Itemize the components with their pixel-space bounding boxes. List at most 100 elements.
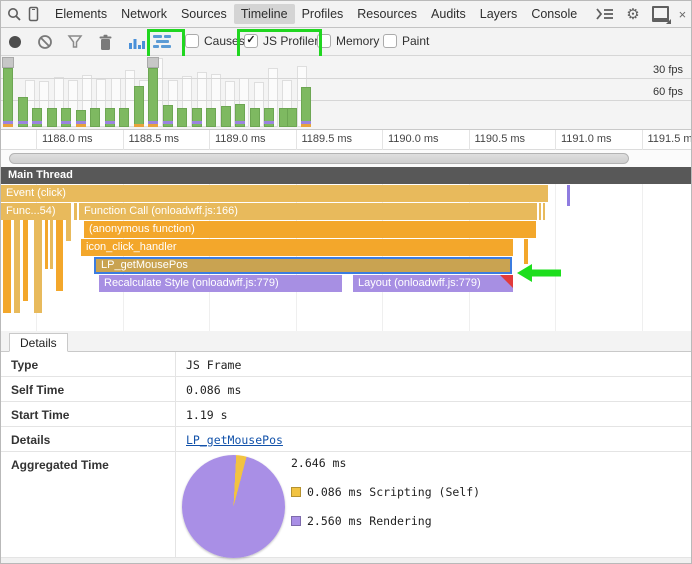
device-mode-icon[interactable] xyxy=(28,5,40,23)
checkbox-memory[interactable]: Memory xyxy=(317,34,379,48)
filter-icon[interactable] xyxy=(67,34,83,50)
checkbox-paint[interactable]: Paint xyxy=(383,34,429,48)
tab-resources[interactable]: Resources xyxy=(350,4,424,24)
flame-fragment[interactable] xyxy=(524,239,528,264)
flame-bar-function-call-onloadwff-js-166[interactable]: Function Call (onloadwff.js:166) xyxy=(79,203,537,220)
frame-bar xyxy=(61,56,71,127)
frame-bar xyxy=(264,56,274,127)
flame-bar-func-54[interactable]: Func...54) xyxy=(1,203,71,220)
detail-link[interactable]: LP_getMousePos xyxy=(186,433,283,447)
flame-bar-icon-click-handler[interactable]: icon_click_handler xyxy=(81,239,513,256)
ruler-label: 1190.0 ms xyxy=(388,133,439,145)
overview-scroll-track[interactable] xyxy=(1,150,691,167)
pie-total-label: 2.646 ms xyxy=(291,456,480,470)
detail-row-type: TypeJS Frame xyxy=(1,352,691,377)
flame-stripe-bar[interactable] xyxy=(23,220,28,301)
ruler-label: 1189.0 ms xyxy=(215,133,266,145)
frame-bar-clip-cap xyxy=(2,57,14,68)
ruler-label: 1188.5 ms xyxy=(129,133,180,145)
record-button[interactable] xyxy=(9,36,21,48)
tab-console[interactable]: Console xyxy=(524,4,584,24)
dock-side-icon[interactable] xyxy=(652,6,669,22)
flame-bar-layout-onloadwff-js-779[interactable]: Layout (onloadwff.js:779) xyxy=(353,275,513,292)
ruler-tick xyxy=(36,130,37,150)
timeline-overview-chart[interactable]: 30 fps60 fps xyxy=(1,56,691,130)
checkbox-box[interactable]: ✓ xyxy=(244,34,258,48)
legend-label: 0.086 ms Scripting (Self) xyxy=(307,485,480,499)
search-icon[interactable] xyxy=(7,5,22,23)
main-thread-header: Main Thread xyxy=(1,167,691,184)
flame-stripe-bar[interactable] xyxy=(34,220,42,313)
flame-fragment[interactable] xyxy=(543,203,546,220)
flame-bar-anonymous-function[interactable]: (anonymous function) xyxy=(84,221,536,238)
checkbox-box[interactable] xyxy=(185,34,199,48)
detail-row-start-time: Start Time1.19 s xyxy=(1,402,691,427)
tab-profiles[interactable]: Profiles xyxy=(295,4,351,24)
frame-bar xyxy=(301,56,311,127)
flame-bar-event-click[interactable]: Event (click) xyxy=(1,185,548,202)
frame-bar xyxy=(250,56,260,127)
tab-elements[interactable]: Elements xyxy=(48,4,114,24)
detail-label: Details xyxy=(1,427,176,451)
checkbox-label: Causes xyxy=(204,34,245,48)
flame-stripe-bar[interactable] xyxy=(66,220,71,241)
tab-timeline[interactable]: Timeline xyxy=(234,4,295,24)
checkbox-causes[interactable]: Causes xyxy=(185,34,245,48)
flame-bar-recalculate-style-onloadwff-js-779[interactable]: Recalculate Style (onloadwff.js:779) xyxy=(99,275,342,292)
device-icon-svg xyxy=(28,6,40,22)
search-icon-svg xyxy=(7,7,22,22)
frame-bar xyxy=(206,56,216,127)
checkbox-label: Paint xyxy=(402,34,429,48)
console-drawer-svg xyxy=(596,8,614,20)
frame-bar xyxy=(177,56,187,127)
main-toolbar: ElementsNetworkSourcesTimelineProfilesRe… xyxy=(1,1,691,28)
flame-stripe-bar[interactable] xyxy=(56,220,63,291)
flamechart-view-icon[interactable] xyxy=(153,35,173,49)
close-icon[interactable]: × xyxy=(679,7,687,22)
ruler-label: 1191.5 ms xyxy=(648,133,692,145)
overview-scroll-thumb[interactable] xyxy=(9,153,629,164)
flame-stripe-bar[interactable] xyxy=(14,220,20,313)
checkbox-box[interactable] xyxy=(317,34,331,48)
detail-row-self-time: Self Time0.086 ms xyxy=(1,377,691,402)
flame-stripe-bar[interactable] xyxy=(45,220,48,269)
green-arrow-annotation xyxy=(515,260,563,286)
frame-bar xyxy=(3,56,13,127)
flame-fragment[interactable] xyxy=(74,203,77,220)
frame-bar xyxy=(76,56,86,127)
ruler-label: 1190.5 ms xyxy=(475,133,526,145)
tab-network[interactable]: Network xyxy=(114,4,174,24)
ruler-tick xyxy=(123,130,124,150)
tab-sources[interactable]: Sources xyxy=(174,4,234,24)
legend-label: 2.560 ms Rendering xyxy=(307,514,432,528)
ruler-tick xyxy=(555,130,556,150)
flame-stripe-bar[interactable] xyxy=(50,220,53,269)
legend-swatch xyxy=(291,516,301,526)
clear-icon[interactable] xyxy=(37,34,53,50)
memory-stats-icon[interactable] xyxy=(128,34,146,50)
checkbox-js-profiler[interactable]: ✓JS Profiler xyxy=(244,34,318,48)
frame-bar xyxy=(148,56,158,127)
console-drawer-icon[interactable] xyxy=(596,8,614,20)
flame-chart[interactable]: Event (click)Func...54) Function Call (on… xyxy=(1,184,691,331)
frame-bar xyxy=(287,56,297,127)
checkbox-label: Memory xyxy=(336,34,379,48)
flame-bar-lp-getmousepos[interactable]: LP_getMousePos xyxy=(94,257,512,274)
checkbox-box[interactable] xyxy=(383,34,397,48)
detail-value: 1.19 s xyxy=(176,402,228,426)
tab-details[interactable]: Details xyxy=(9,333,68,352)
detail-label: Start Time xyxy=(1,402,176,426)
ruler-tick xyxy=(209,130,210,150)
tab-audits[interactable]: Audits xyxy=(424,4,473,24)
frame-bar xyxy=(90,56,100,127)
settings-gear-icon[interactable]: ⚙ xyxy=(626,5,639,23)
frame-bar xyxy=(119,56,129,127)
aggregated-time-pie xyxy=(182,455,285,558)
tab-layers[interactable]: Layers xyxy=(473,4,525,24)
fps-gridline-label: 30 fps xyxy=(653,64,683,76)
ruler-tick xyxy=(469,130,470,150)
flame-fragment[interactable] xyxy=(567,185,570,206)
trash-icon[interactable] xyxy=(98,34,113,51)
flame-stripe-bar[interactable] xyxy=(3,220,11,313)
flame-fragment[interactable] xyxy=(539,203,542,220)
